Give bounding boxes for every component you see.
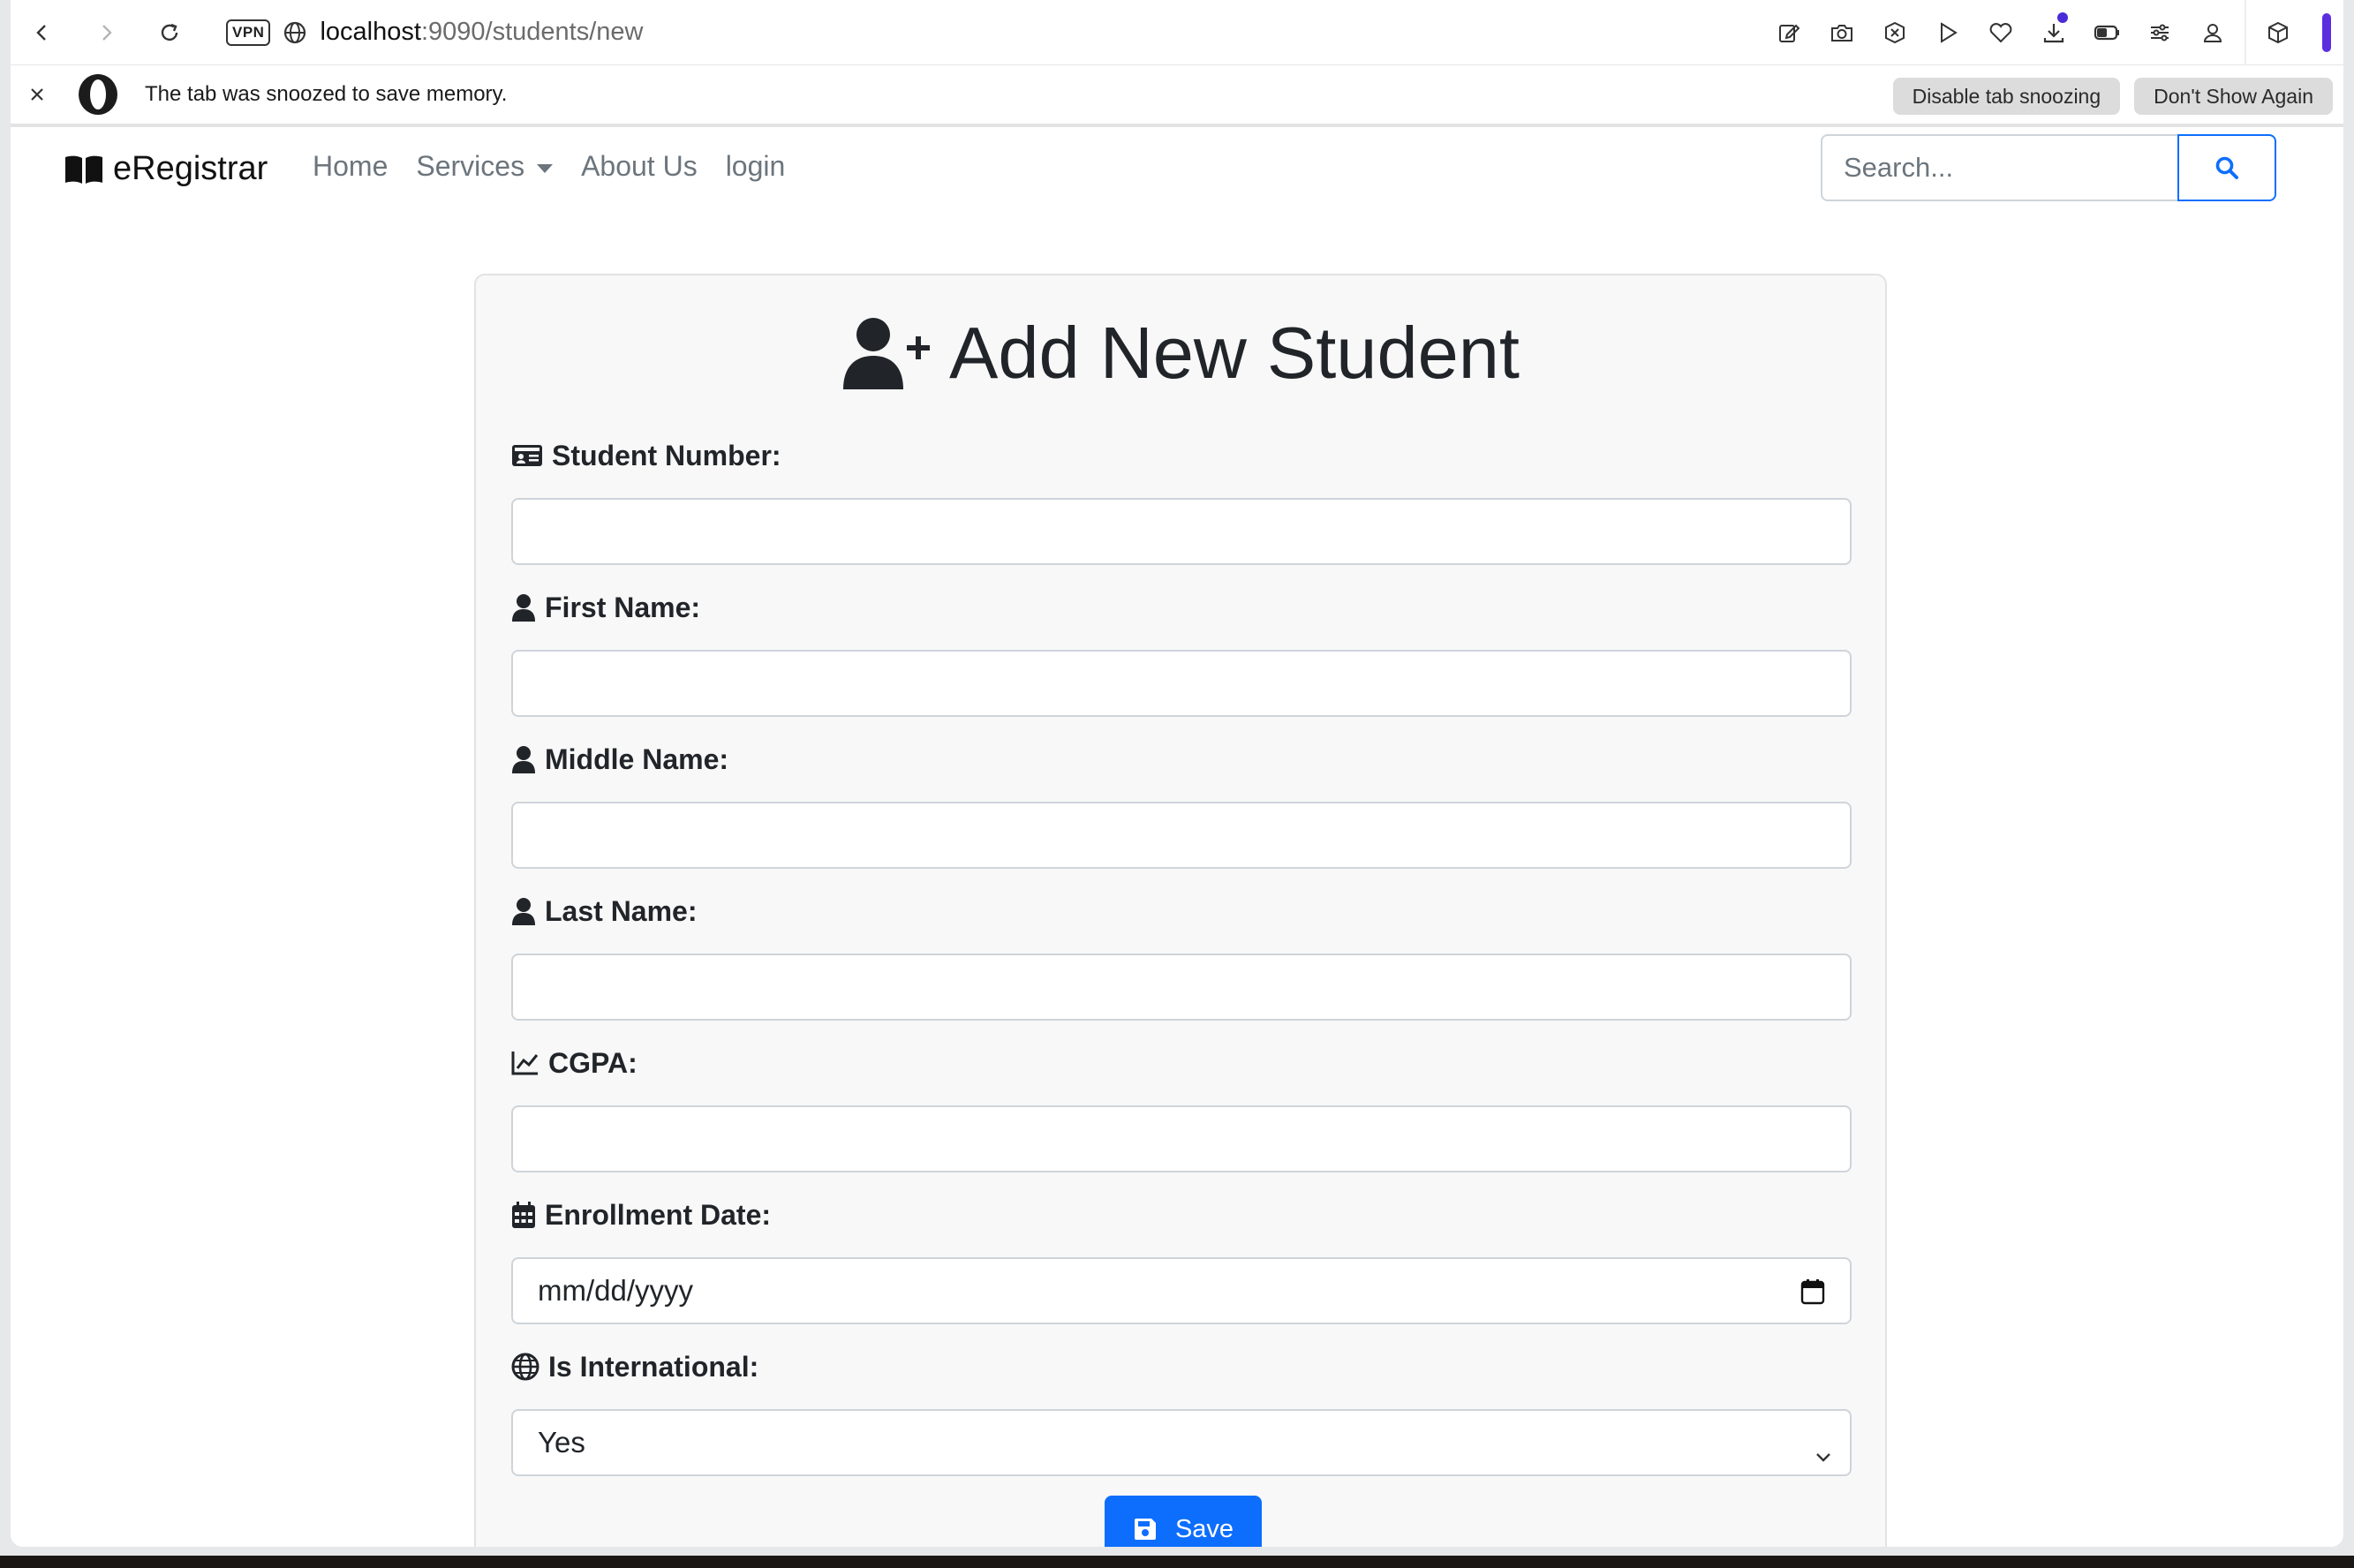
user-plus-icon: [843, 318, 931, 389]
brand-link[interactable]: eRegistrar: [64, 150, 268, 188]
chevron-left-icon: [36, 24, 46, 41]
input-value: mm/dd/yyyy: [538, 1274, 694, 1307]
nav-link-services-label: Services: [416, 150, 525, 182]
nav-links: Home Services About Us login: [313, 150, 785, 183]
url-field[interactable]: localhost:9090/students/new: [320, 18, 643, 47]
profile-icon[interactable]: [2186, 0, 2239, 65]
last-name-input[interactable]: [511, 954, 1852, 1021]
save-label: Save: [1174, 1514, 1234, 1543]
enrollment-date-input[interactable]: mm/dd/yyyy: [511, 1257, 1852, 1324]
field-enrollment-date: Enrollment Date: mm/dd/yyyy: [511, 1195, 1852, 1324]
reload-icon: [161, 23, 178, 41]
site-navbar: eRegistrar Home Services About Us login: [11, 131, 2343, 210]
close-icon: [31, 88, 43, 101]
label-text: Student Number:: [552, 439, 781, 471]
id-card-icon: [512, 445, 542, 466]
browser-window: VPN localhost:9090/students/new The tab …: [11, 0, 2343, 1547]
adblock-icon[interactable]: [1868, 0, 1921, 65]
url-host: localhost: [320, 18, 421, 46]
caret-down-icon: [537, 163, 554, 173]
infobar-close-button[interactable]: [11, 64, 64, 125]
browser-toolbar: [1762, 0, 2343, 65]
chevron-right-icon: [102, 24, 112, 41]
web-page: eRegistrar Home Services About Us login …: [11, 131, 2343, 1547]
label-text: First Name:: [545, 591, 701, 623]
address-bar: VPN localhost:9090/students/new: [11, 0, 2343, 65]
select-value: Yes: [538, 1426, 585, 1459]
field-is-international: Is International: Yes: [511, 1347, 1852, 1476]
nav-link-services[interactable]: Services: [416, 150, 554, 183]
brand-name: eRegistrar: [113, 150, 268, 187]
play-icon[interactable]: [1921, 0, 1974, 65]
toolbar-divider: [2245, 0, 2246, 65]
label-is-international: Is International:: [511, 1347, 1852, 1386]
download-indicator: [2057, 12, 2068, 23]
book-open-icon: [65, 155, 102, 184]
label-student-number: Student Number:: [511, 436, 1852, 475]
label-middle-name: Middle Name:: [511, 740, 1852, 779]
is-international-select[interactable]: Yes: [511, 1409, 1852, 1476]
heart-icon[interactable]: [1974, 0, 2027, 65]
search-button[interactable]: [2177, 134, 2276, 201]
snooze-actions: Disable tab snoozing Don't Show Again: [1892, 78, 2333, 115]
extensions-cube-icon[interactable]: [2252, 0, 2305, 65]
field-student-number: Student Number:: [511, 436, 1852, 565]
label-cgpa: CGPA:: [511, 1044, 1852, 1082]
chevron-down-icon: [1815, 1437, 1832, 1471]
dont-show-again-button[interactable]: Don't Show Again: [2134, 78, 2333, 115]
sidebar-rail[interactable]: [2322, 13, 2331, 52]
nav-link-home[interactable]: Home: [313, 150, 388, 183]
first-name-input[interactable]: [511, 650, 1852, 717]
back-button[interactable]: [11, 0, 74, 65]
user-icon: [512, 746, 535, 773]
desktop-strip: [0, 1556, 2354, 1568]
field-first-name: First Name:: [511, 588, 1852, 717]
forward-button[interactable]: [74, 0, 138, 65]
page-title: Add New Student: [476, 311, 1885, 396]
vpn-badge[interactable]: VPN: [226, 19, 271, 46]
label-text: Is International:: [548, 1350, 759, 1383]
user-icon: [512, 594, 535, 622]
label-text: Last Name:: [545, 894, 698, 927]
cgpa-input[interactable]: [511, 1105, 1852, 1172]
user-icon: [512, 898, 535, 925]
nav-link-login[interactable]: login: [726, 150, 786, 183]
label-text: CGPA:: [548, 1046, 638, 1079]
label-text: Enrollment Date:: [545, 1198, 772, 1231]
add-student-card: Add New Student Student Number: First Na…: [474, 274, 1887, 1547]
label-enrollment-date: Enrollment Date:: [511, 1195, 1852, 1234]
camera-icon[interactable]: [1815, 0, 1868, 65]
field-middle-name: Middle Name:: [511, 740, 1852, 869]
save-button[interactable]: Save: [1105, 1496, 1262, 1547]
field-last-name: Last Name:: [511, 892, 1852, 1021]
search-icon: [2215, 156, 2238, 179]
disable-snoozing-button[interactable]: Disable tab snoozing: [1892, 78, 2121, 115]
opera-logo-icon: [76, 72, 120, 117]
search-form: [1821, 134, 2276, 201]
middle-name-input[interactable]: [511, 802, 1852, 869]
easy-setup-icon[interactable]: [2133, 0, 2186, 65]
chart-line-icon: [511, 1052, 539, 1075]
globe-icon: [283, 20, 307, 45]
reload-button[interactable]: [138, 0, 201, 65]
field-cgpa: CGPA:: [511, 1044, 1852, 1172]
label-text: Middle Name:: [545, 743, 729, 775]
snooze-infobar: The tab was snoozed to save memory. Disa…: [11, 65, 2343, 127]
search-input[interactable]: [1821, 134, 2179, 201]
label-first-name: First Name:: [511, 588, 1852, 627]
nav-link-about[interactable]: About Us: [581, 150, 698, 183]
page-title-text: Add New Student: [949, 312, 1520, 394]
battery-saver-icon[interactable]: [2080, 0, 2133, 65]
date-picker-icon[interactable]: [1800, 1278, 1825, 1312]
globe-icon: [511, 1353, 539, 1381]
label-last-name: Last Name:: [511, 892, 1852, 931]
calendar-icon: [512, 1202, 535, 1228]
floppy-disk-icon: [1134, 1519, 1156, 1540]
url-path: :9090/students/new: [420, 18, 644, 46]
snooze-message: The tab was snoozed to save memory.: [145, 82, 508, 106]
download-icon[interactable]: [2027, 0, 2080, 65]
snapshot-edit-icon[interactable]: [1762, 0, 1815, 65]
student-number-input[interactable]: [511, 498, 1852, 565]
